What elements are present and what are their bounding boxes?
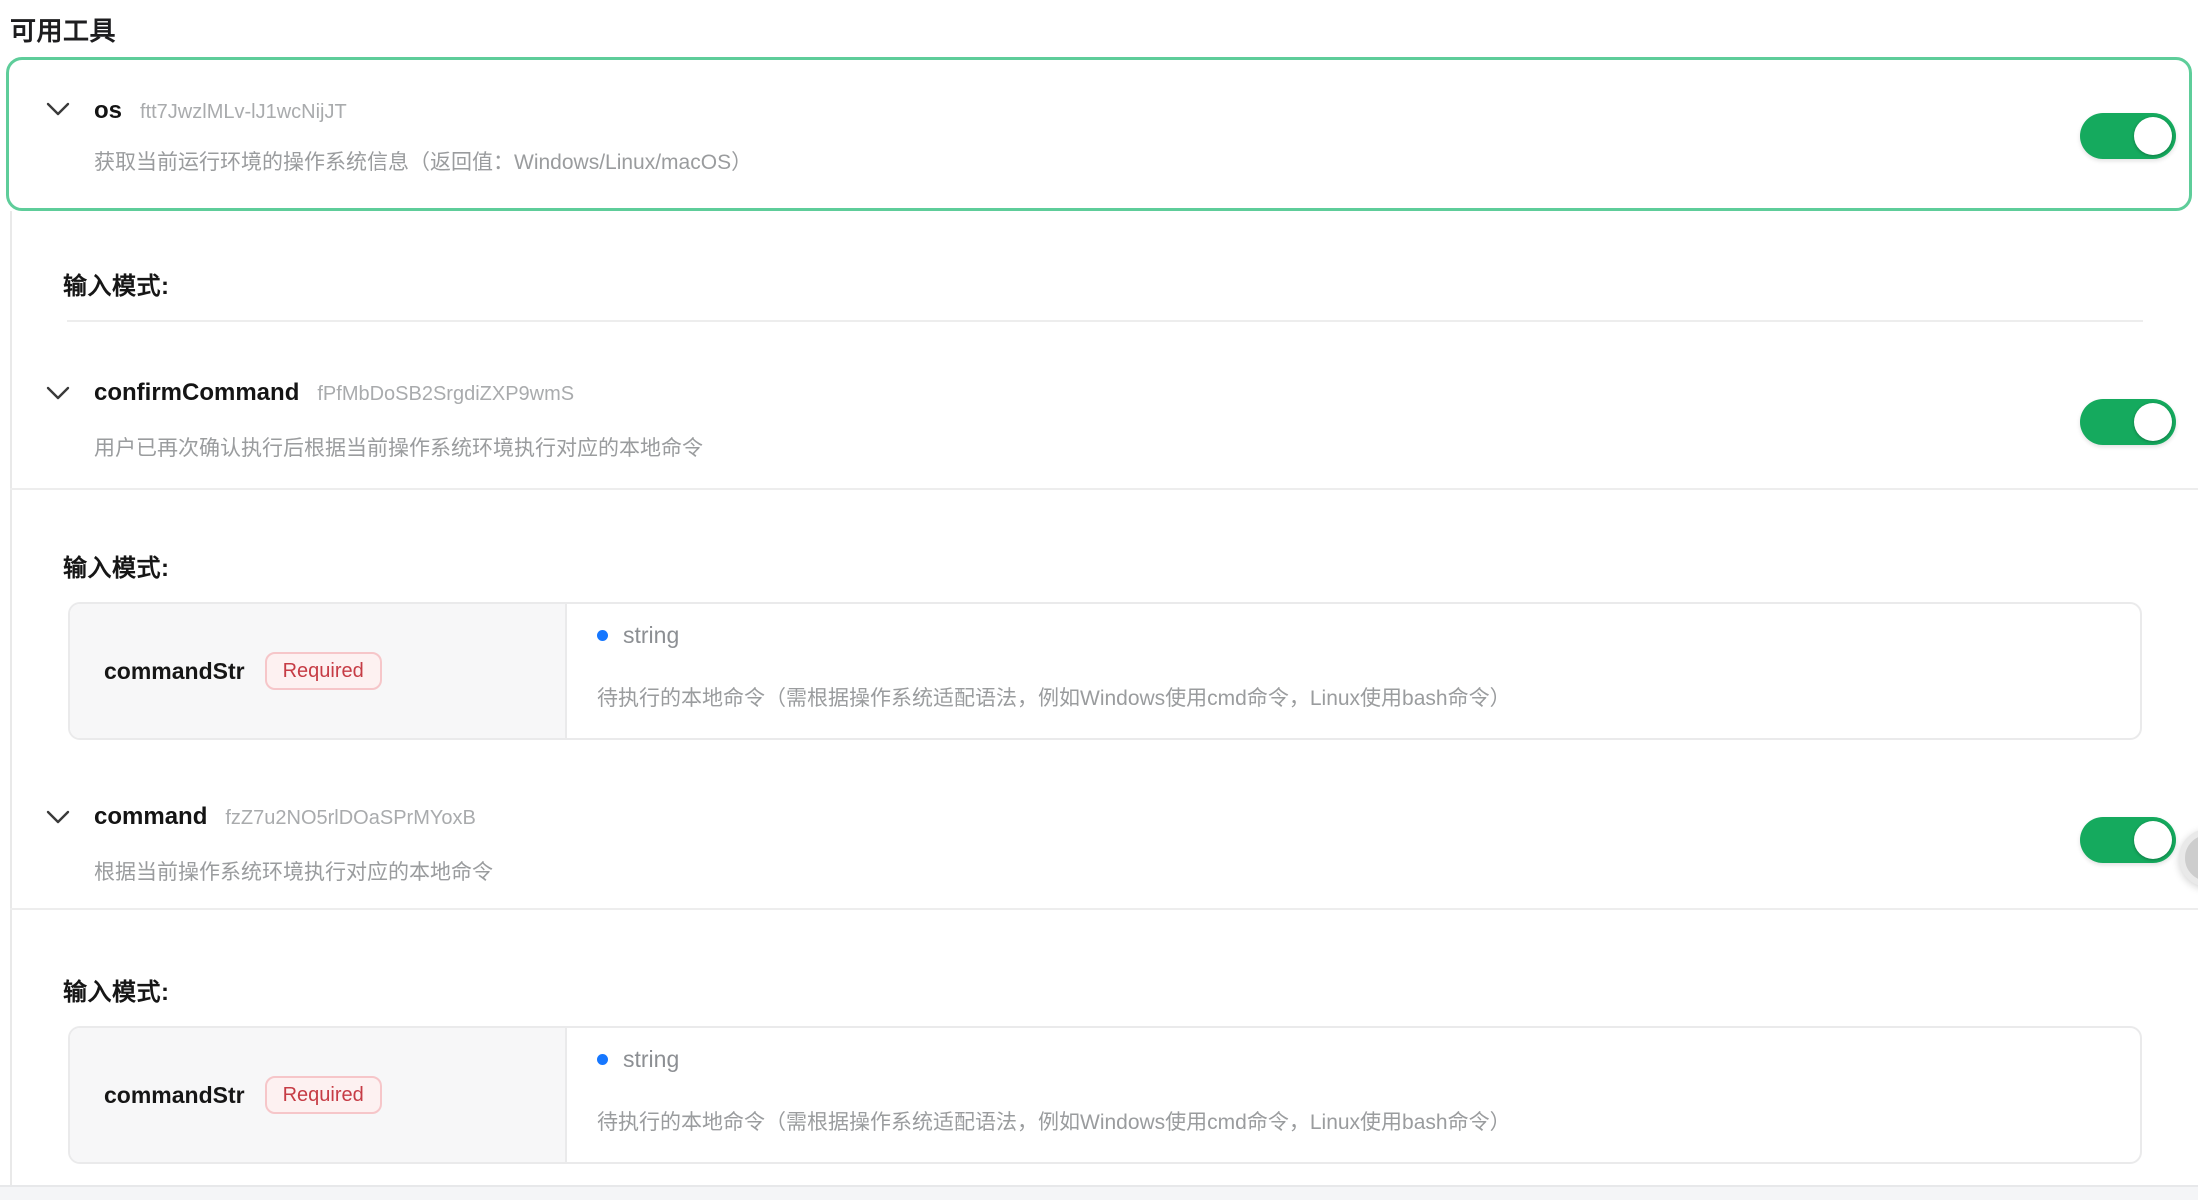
- tool-id: fzZ7u2NO5rlDOaSPrMYoxB: [225, 807, 475, 830]
- tool-header-os[interactable]: os ftt7JwzlMLv-lJ1wcNijJT: [94, 97, 347, 125]
- tool-header-command[interactable]: command fzZ7u2NO5rlDOaSPrMYoxB: [94, 803, 476, 831]
- param-type: string: [623, 622, 679, 649]
- type-dot-icon: [597, 630, 608, 641]
- tool-card-os[interactable]: [6, 57, 2192, 211]
- tool-id: fPfMbDoSB2SrgdiZXP9wmS: [317, 383, 574, 406]
- type-dot-icon: [597, 1054, 608, 1065]
- tool-description: 根据当前操作系统环境执行对应的本地命令: [94, 856, 493, 886]
- tool-name: os: [94, 97, 122, 125]
- tool-toggle-confirmCommand[interactable]: [2080, 399, 2176, 445]
- chevron-down-icon[interactable]: [46, 809, 70, 825]
- chevron-down-icon[interactable]: [46, 385, 70, 401]
- param-table: commandStr Required string 待执行的本地命令（需根据操…: [68, 1026, 2142, 1164]
- required-badge: Required: [265, 1076, 382, 1114]
- param-description: 待执行的本地命令（需根据操作系统适配语法，例如Windows使用cmd命令，Li…: [597, 682, 2112, 712]
- tool-description: 获取当前运行环境的操作系统信息（返回值：Windows/Linux/macOS）: [94, 146, 752, 176]
- tool-description: 用户已再次确认执行后根据当前操作系统环境执行对应的本地命令: [94, 432, 703, 462]
- tool-toggle-command[interactable]: [2080, 817, 2176, 863]
- param-name: commandStr: [104, 658, 245, 685]
- input-schema-heading: 输入模式:: [63, 548, 170, 583]
- param-type-row: string: [597, 620, 2112, 650]
- empty-schema-divider: [67, 320, 2143, 322]
- param-table: commandStr Required string 待执行的本地命令（需根据操…: [68, 602, 2142, 740]
- param-type: string: [623, 1046, 679, 1073]
- section-divider: [10, 908, 2198, 910]
- tool-id: ftt7JwzlMLv-lJ1wcNijJT: [140, 101, 347, 124]
- floating-scroll-knob[interactable]: [2179, 829, 2198, 887]
- tool-toggle-os[interactable]: [2080, 113, 2176, 159]
- section-divider: [10, 488, 2198, 490]
- param-description: 待执行的本地命令（需根据操作系统适配语法，例如Windows使用cmd命令，Li…: [597, 1106, 2112, 1136]
- tool-name: confirmCommand: [94, 379, 299, 407]
- page-background-strip: [0, 1187, 2198, 1200]
- page-title: 可用工具: [10, 11, 116, 48]
- param-type-row: string: [597, 1044, 2112, 1074]
- param-detail-cell: string 待执行的本地命令（需根据操作系统适配语法，例如Windows使用c…: [567, 604, 2140, 738]
- toggle-knob: [2134, 403, 2172, 441]
- param-name-cell: commandStr Required: [70, 1028, 567, 1162]
- required-badge: Required: [265, 652, 382, 690]
- input-schema-heading: 输入模式:: [63, 972, 170, 1007]
- chevron-down-icon[interactable]: [46, 101, 70, 117]
- param-detail-cell: string 待执行的本地命令（需根据操作系统适配语法，例如Windows使用c…: [567, 1028, 2140, 1162]
- input-schema-heading: 输入模式:: [63, 266, 170, 301]
- param-name-cell: commandStr Required: [70, 604, 567, 738]
- toggle-knob: [2134, 821, 2172, 859]
- param-name: commandStr: [104, 1082, 245, 1109]
- tool-name: command: [94, 803, 207, 831]
- toggle-knob: [2134, 117, 2172, 155]
- list-left-border: [10, 211, 12, 1185]
- tool-header-confirmCommand[interactable]: confirmCommand fPfMbDoSB2SrgdiZXP9wmS: [94, 379, 574, 407]
